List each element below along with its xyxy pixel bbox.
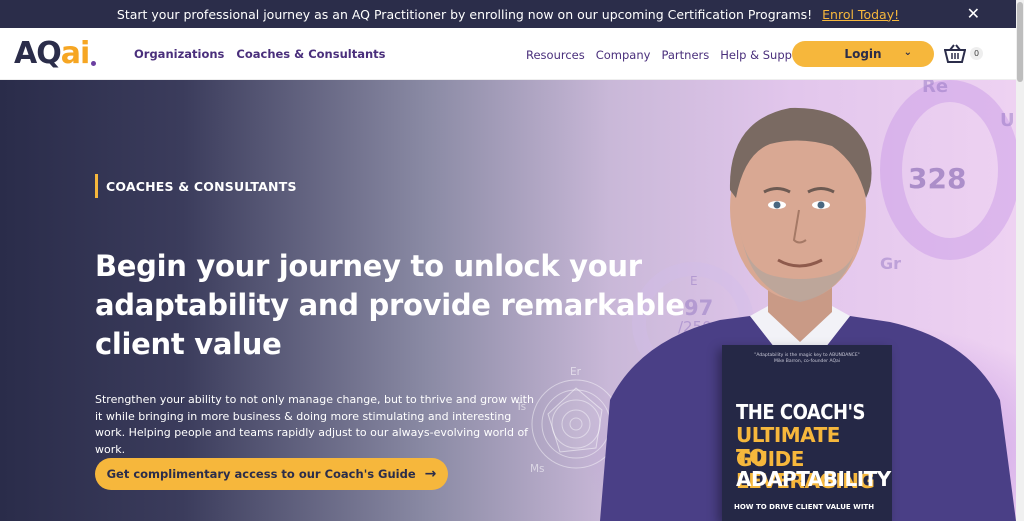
book-title-line-1: THE COACH'S [736, 400, 866, 424]
nav-link-organizations[interactable]: Organizations [134, 47, 224, 61]
coach-guide-cta-button[interactable]: Get complimentary access to our Coach's … [95, 458, 448, 490]
hero-section: Re U 328 Gr E 97 /250 Er Ex Ts Ms Ho [0, 80, 1016, 521]
coaches-guide-book: "Adaptability is the magic key to ABUNDA… [722, 345, 892, 521]
login-label: Login [844, 47, 882, 61]
book-title-line-4: ADAPTABILITY [736, 467, 891, 491]
logo-aq: AQ [14, 36, 62, 71]
book-subtitle: HOW TO DRIVE CLIENT VALUE WITH [734, 503, 875, 511]
logo-ai: ai [60, 36, 91, 71]
arrow-right-icon: → [424, 466, 437, 482]
book-quote-author: Mike Barron, co-founder AQai [773, 359, 841, 364]
chevron-down-icon: ⌄ [903, 47, 912, 58]
radar-label-er: Er [570, 366, 581, 378]
hero-headline: Begin your journey to unlock your adapta… [95, 249, 685, 361]
secondary-nav-links: Resources Company Partners Help & Suppor… [526, 48, 808, 62]
hero-eyebrow: COACHES & CONSULTANTS [95, 174, 297, 198]
logo-dot [91, 61, 97, 66]
radar-label-ms: Ms [530, 463, 545, 475]
page-scrollbar[interactable] [1016, 0, 1024, 521]
nav-link-partners[interactable]: Partners [661, 48, 709, 62]
scrollbar-thumb[interactable] [1017, 2, 1023, 82]
nav-link-resources[interactable]: Resources [526, 48, 585, 62]
aqai-logo[interactable]: AQ ai [14, 36, 97, 72]
cta-label: Get complimentary access to our Coach's … [106, 467, 416, 481]
login-button[interactable]: Login ⌄ [792, 41, 934, 67]
cart-count-badge: 0 [970, 47, 983, 60]
main-nav: AQ ai Organizations Coaches & Consultants… [0, 28, 1016, 80]
primary-nav-links: Organizations Coaches & Consultants [134, 47, 385, 61]
nav-link-coaches-consultants[interactable]: Coaches & Consultants [236, 47, 385, 61]
nav-link-company[interactable]: Company [596, 48, 651, 62]
announcement-bar: Start your professional journey as an AQ… [0, 0, 1016, 28]
enrol-today-link[interactable]: Enrol Today! [822, 7, 899, 22]
announcement-text: Start your professional journey as an AQ… [116, 6, 813, 22]
hero-body-text: Strengthen your ability to not only mana… [95, 393, 534, 456]
close-icon[interactable]: ✕ [967, 4, 980, 23]
book-quote-text: "Adaptability is the magic key to ABUNDA… [754, 353, 860, 358]
book-quote: "Adaptability is the magic key to ABUNDA… [730, 353, 884, 365]
basket-icon[interactable] [944, 44, 966, 64]
